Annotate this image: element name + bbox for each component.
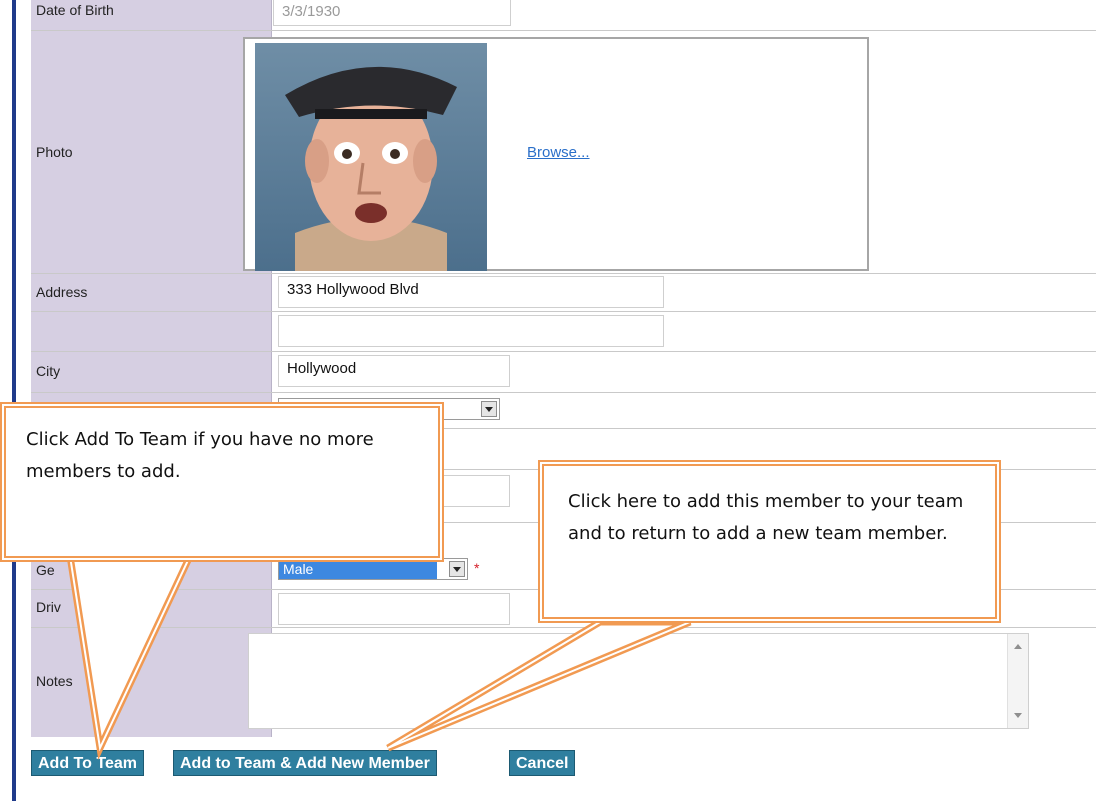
callout-pointers bbox=[65, 552, 692, 760]
add-new-member-callout: Click here to add this member to your te… bbox=[538, 460, 1001, 623]
add-to-team-callout-text: Click Add To Team if you have no more me… bbox=[26, 429, 374, 482]
right-callout-tail-inner bbox=[387, 621, 691, 749]
add-new-member-callout-text: Click here to add this member to your te… bbox=[568, 491, 964, 544]
add-to-team-callout: Click Add To Team if you have no more me… bbox=[0, 402, 444, 562]
left-callout-tail bbox=[65, 552, 196, 760]
